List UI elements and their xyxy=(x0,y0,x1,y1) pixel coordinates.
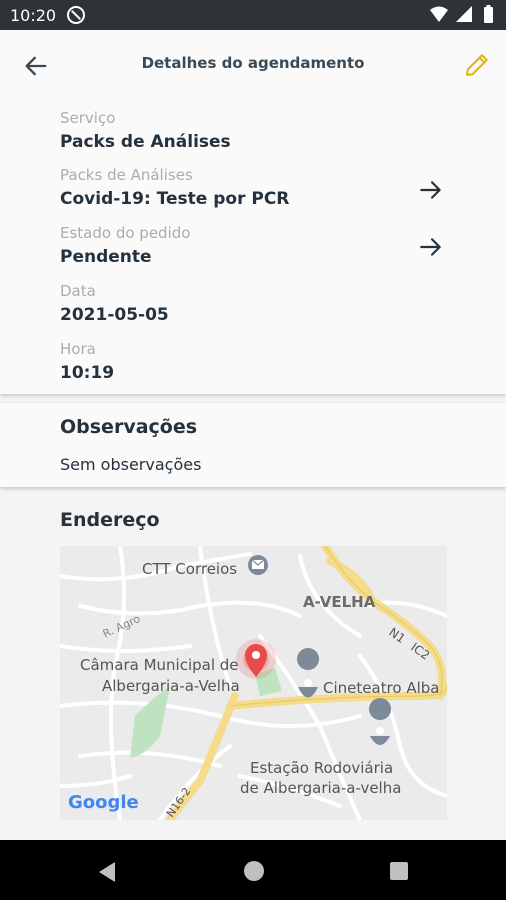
data-label: Data xyxy=(60,282,96,300)
packs-value: Covid-19: Teste por PCR xyxy=(60,189,290,209)
map-label-estacao-2: de Albergaria-a-velha xyxy=(240,779,401,797)
field-data: Data 2021-05-05 xyxy=(60,281,169,327)
nav-recents-icon[interactable] xyxy=(390,862,408,880)
status-time: 10:20 xyxy=(10,6,57,25)
servico-label: Serviço xyxy=(60,109,116,127)
endereco-title: Endereço xyxy=(60,509,160,531)
status-bar: 10:20 xyxy=(0,0,506,30)
pencil-edit-icon[interactable] xyxy=(462,50,492,80)
wifi-icon xyxy=(430,6,448,22)
page-title: Detalhes do agendamento xyxy=(141,54,365,72)
estado-label: Estado do pedido xyxy=(60,224,191,242)
field-servico: Serviço Packs de Análises xyxy=(60,108,231,154)
packs-label: Packs de Análises xyxy=(60,166,193,184)
map-label-camara-2: Albergaria-a-Velha xyxy=(102,677,240,695)
map-canvas: CTT Correios A-VELHA R. Agro N1 IC2 Câma… xyxy=(60,546,447,820)
estado-arrow-right-icon[interactable] xyxy=(418,234,444,260)
hora-value: 10:19 xyxy=(60,363,115,383)
battery-icon xyxy=(484,7,493,23)
map-view[interactable]: CTT Correios A-VELHA R. Agro N1 IC2 Câma… xyxy=(60,546,447,820)
servico-value: Packs de Análises xyxy=(60,132,231,152)
estado-value: Pendente xyxy=(60,247,152,267)
map-label-estacao-1: Estação Rodoviária xyxy=(250,759,393,777)
map-label-cineteatro: Cineteatro Alba xyxy=(323,679,439,697)
field-hora: Hora 10:19 xyxy=(60,339,114,385)
observacoes-text: Sem observações xyxy=(60,455,202,474)
data-value: 2021-05-05 xyxy=(60,305,169,325)
field-estado[interactable]: Estado do pedido Pendente xyxy=(60,223,190,269)
map-label-camara-1: Câmara Municipal de xyxy=(80,656,239,674)
data-saver-icon xyxy=(67,6,85,24)
observacoes-title: Observações xyxy=(60,416,198,438)
map-label-town: A-VELHA xyxy=(303,593,376,611)
details-card: Detalhes do agendamento Serviço Packs de… xyxy=(0,30,506,394)
status-icons xyxy=(430,5,493,23)
mail-poi-icon xyxy=(248,555,268,575)
hora-label: Hora xyxy=(60,340,96,358)
signal-icon xyxy=(456,6,472,22)
map-label-ctt: CTT Correios xyxy=(142,560,237,578)
observacoes-card: Observações Sem observações xyxy=(0,403,506,487)
nav-back-icon[interactable] xyxy=(97,861,117,883)
nav-home-icon[interactable] xyxy=(244,861,264,881)
packs-arrow-right-icon[interactable] xyxy=(418,177,444,203)
google-logo: Google xyxy=(68,792,139,813)
field-packs[interactable]: Packs de Análises Covid-19: Teste por PC… xyxy=(60,165,289,211)
